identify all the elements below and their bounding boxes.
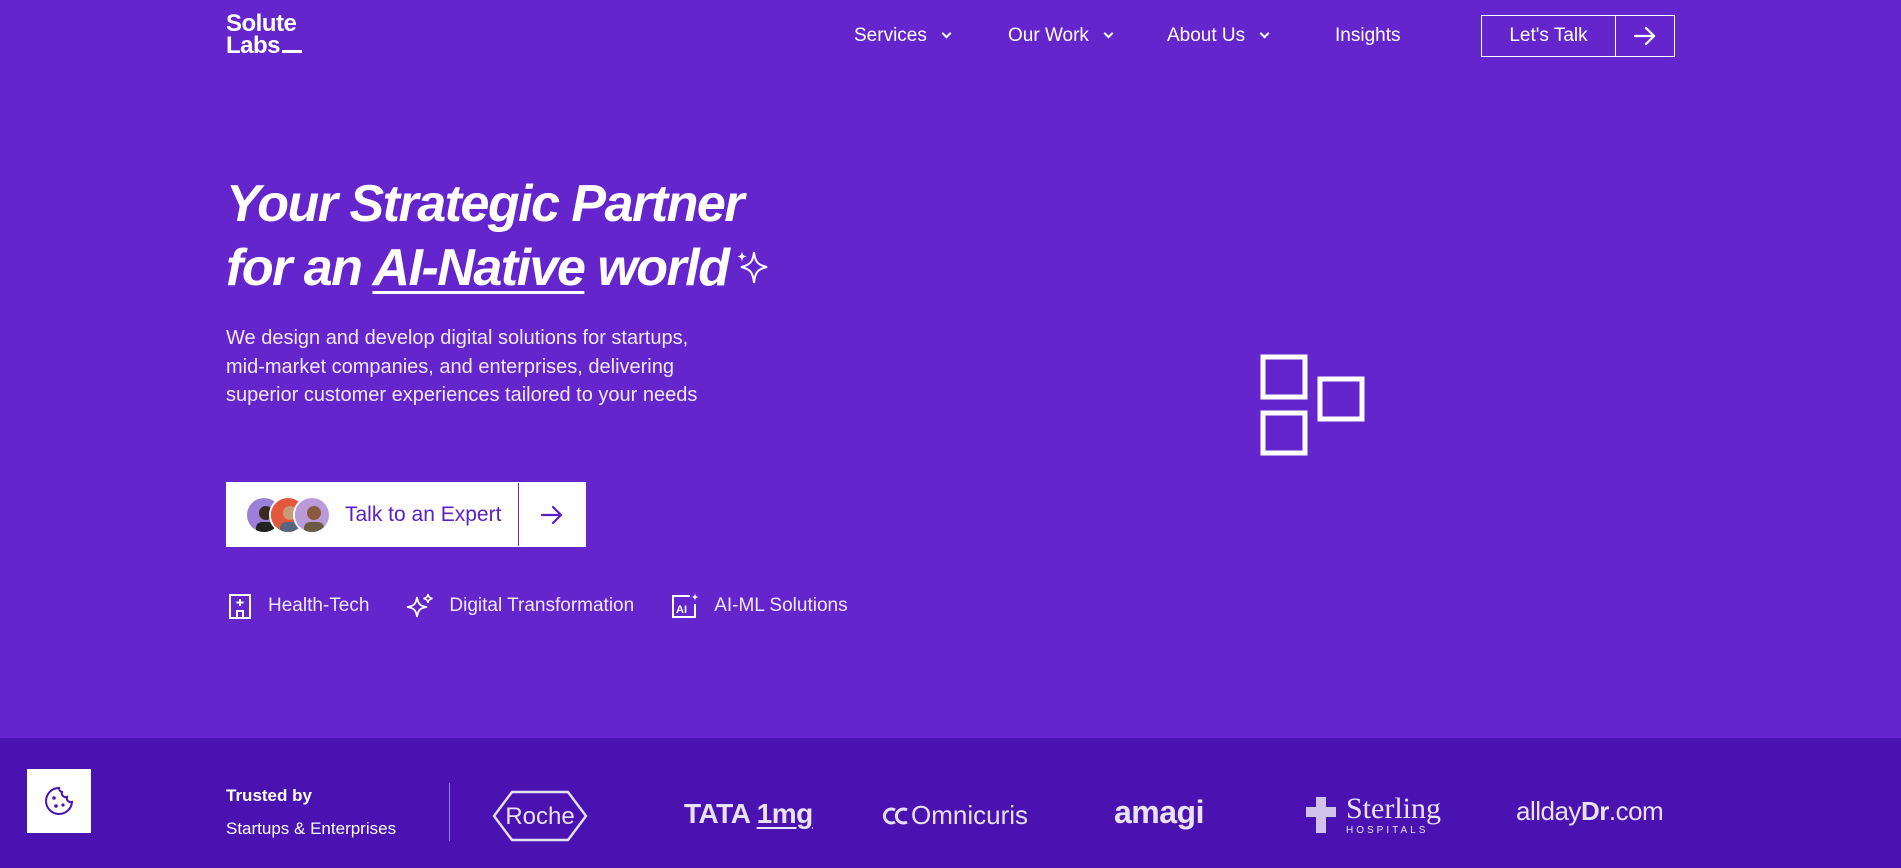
tag-label: Digital Transformation [449, 595, 635, 616]
alldaydr-logo: alldayDr.com [1516, 796, 1664, 826]
ai-icon: AI [672, 593, 700, 618]
headline-line-1: Your Strategic Partner [226, 175, 745, 233]
hero-description: We design and develop digital solutions … [226, 327, 698, 406]
nav-insights-label: Insights [1335, 25, 1401, 46]
tag-label: Health-Tech [268, 595, 370, 616]
nav-insights[interactable]: Insights [1335, 22, 1400, 50]
chevron-down-icon [1259, 28, 1270, 39]
chevron-down-icon [1103, 28, 1114, 39]
lets-talk-label: Let's Talk [1482, 16, 1616, 56]
cookie-icon [45, 786, 74, 815]
nav-about-us[interactable]: About Us [1167, 22, 1270, 50]
lets-talk-button[interactable]: Let's Talk [1481, 15, 1675, 57]
solutelabs-logo[interactable]: Solute Labs [226, 12, 303, 58]
headline-line-2: for an AI-Native world [226, 236, 770, 303]
logo-line-2: Labs [226, 34, 303, 58]
roche-logo: Roche [492, 790, 588, 847]
chevron-down-icon [941, 28, 952, 39]
headline-highlight: AI-Native [372, 239, 585, 297]
hero-headline: Your Strategic Partner for an AI-Native … [226, 172, 770, 303]
nav-our-work-label: Our Work [1008, 25, 1089, 46]
trusted-title: Trusted by [226, 786, 312, 805]
svg-text:AI: AI [676, 604, 687, 616]
talk-to-expert-label: Talk to an Expert [345, 502, 502, 526]
roche-logo-text: Roche [505, 803, 574, 830]
talk-to-expert-button[interactable]: Talk to an Expert [226, 482, 586, 547]
amagi-logo: amagi [1114, 794, 1204, 830]
page: Solute Labs Services Our Work About Us I… [0, 0, 1901, 868]
trusted-by-section: Trusted by Startups & Enterprises Roche … [0, 738, 1901, 868]
decorative-squares-icon [1260, 354, 1370, 463]
tag-digital-transformation: Digital Transformation [405, 592, 634, 620]
nav-about-us-label: About Us [1167, 25, 1246, 46]
sterling-hospitals-logo: Sterling HOSPITALS [1302, 794, 1441, 836]
nav-our-work[interactable]: Our Work [1008, 22, 1114, 50]
talk-to-expert-left: Talk to an Expert [227, 483, 519, 546]
nav-services-label: Services [854, 25, 927, 46]
sparkle-icon [734, 239, 770, 303]
divider [449, 783, 450, 841]
tata-1mg-logo: TATA 1mg [684, 798, 813, 829]
expert-avatars [245, 495, 331, 534]
hero-tags: Health-Tech Digital Transformation AI AI… [226, 592, 884, 620]
sparkles-icon [407, 593, 434, 618]
trusted-subtitle: Startups & Enterprises [226, 819, 397, 838]
arrow-right-icon [519, 483, 585, 546]
tag-label: AI-ML Solutions [714, 595, 848, 616]
nav-services[interactable]: Services [854, 22, 952, 50]
avatar [293, 495, 331, 534]
tag-health-tech: Health-Tech [226, 592, 369, 620]
cookie-settings-button[interactable] [27, 769, 91, 833]
tag-ai-ml-solutions: AI AI-ML Solutions [670, 592, 848, 620]
omnicuris-logo: Omnicuris [883, 800, 1028, 831]
hospital-icon [229, 594, 251, 619]
arrow-right-icon [1616, 16, 1674, 56]
